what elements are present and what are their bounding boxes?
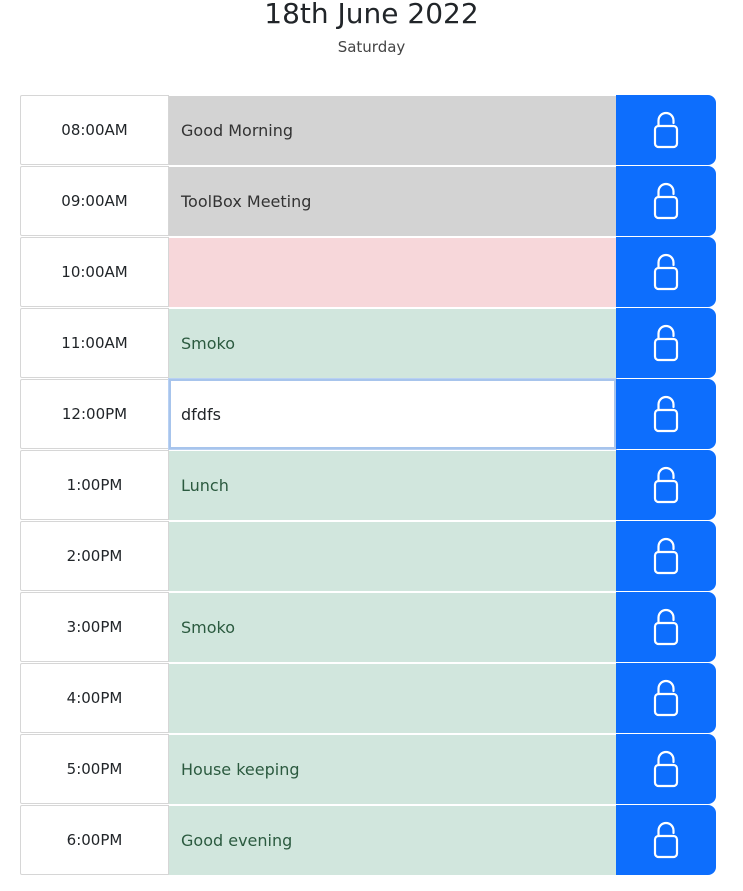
task-textarea[interactable] — [169, 521, 616, 591]
lock-icon — [653, 182, 679, 220]
task-textarea[interactable] — [169, 237, 616, 307]
time-block-row: 12:00PM dfdfs — [20, 379, 716, 450]
lock-icon — [653, 537, 679, 575]
task-textarea[interactable]: Good evening — [169, 805, 616, 875]
save-button[interactable] — [616, 592, 716, 662]
hour-label: 12:00PM — [20, 379, 169, 449]
hour-label: 11:00AM — [20, 308, 169, 378]
schedule-container: 08:00AM Good Morning 09:00AM ToolBox Meetin… — [20, 95, 716, 876]
task-textarea[interactable]: Smoko — [169, 308, 616, 378]
task-textarea[interactable]: dfdfs — [169, 379, 616, 449]
save-button[interactable] — [616, 805, 716, 875]
lock-icon — [653, 466, 679, 504]
time-block-row: 1:00PM Lunch — [20, 450, 716, 521]
save-button[interactable] — [616, 95, 716, 165]
hour-label: 5:00PM — [20, 734, 169, 804]
save-button[interactable] — [616, 308, 716, 378]
hour-label: 08:00AM — [20, 95, 169, 165]
task-textarea[interactable] — [169, 663, 616, 733]
time-block-row: 11:00AM Smoko — [20, 308, 716, 379]
lock-icon — [653, 111, 679, 149]
current-date: 18th June 2022 — [264, 0, 479, 30]
current-weekday: Saturday — [337, 38, 406, 56]
lock-icon — [653, 253, 679, 291]
task-textarea[interactable]: House keeping — [169, 734, 616, 804]
hour-label: 3:00PM — [20, 592, 169, 662]
lock-icon — [653, 679, 679, 717]
time-block-row: 09:00AM ToolBox Meeting — [20, 166, 716, 237]
task-textarea[interactable]: Smoko — [169, 592, 616, 662]
hour-label: 10:00AM — [20, 237, 169, 307]
lock-icon — [653, 608, 679, 646]
task-textarea[interactable]: ToolBox Meeting — [169, 166, 616, 236]
hour-label: 1:00PM — [20, 450, 169, 520]
save-button[interactable] — [616, 521, 716, 591]
hour-label: 6:00PM — [20, 805, 169, 875]
hour-label: 4:00PM — [20, 663, 169, 733]
hour-label: 2:00PM — [20, 521, 169, 591]
save-button[interactable] — [616, 237, 716, 307]
save-button[interactable] — [616, 734, 716, 804]
save-button[interactable] — [616, 166, 716, 236]
lock-icon — [653, 395, 679, 433]
hour-label: 09:00AM — [20, 166, 169, 236]
time-block-row: 6:00PM Good evening — [20, 805, 716, 876]
lock-icon — [653, 821, 679, 859]
task-textarea[interactable]: Lunch — [169, 450, 616, 520]
lock-icon — [653, 750, 679, 788]
time-block-row: 4:00PM — [20, 663, 716, 734]
time-block-row: 5:00PM House keeping — [20, 734, 716, 805]
time-block-row: 3:00PM Smoko — [20, 592, 716, 663]
lock-icon — [653, 324, 679, 362]
time-block-row: 10:00AM — [20, 237, 716, 308]
task-textarea[interactable]: Good Morning — [169, 95, 616, 165]
save-button[interactable] — [616, 379, 716, 449]
time-block-row: 2:00PM — [20, 521, 716, 592]
save-button[interactable] — [616, 450, 716, 520]
time-block-row: 08:00AM Good Morning — [20, 95, 716, 166]
save-button[interactable] — [616, 663, 716, 733]
